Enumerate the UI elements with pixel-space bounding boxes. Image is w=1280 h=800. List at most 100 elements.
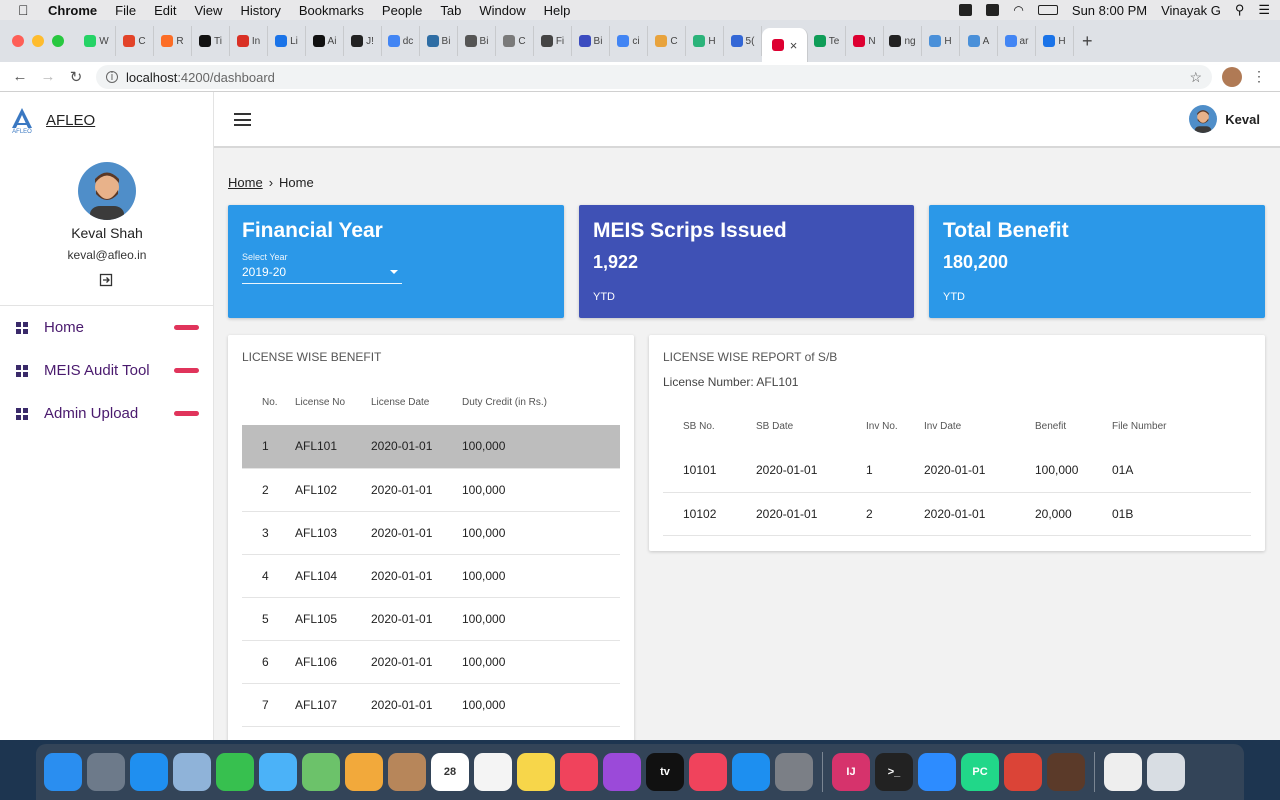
wifi-icon[interactable]: ◠	[1013, 3, 1023, 17]
browser-tab[interactable]: H	[1036, 26, 1074, 56]
menu-window[interactable]: Window	[479, 3, 525, 18]
table-row[interactable]: 4 AFL104 2020-01-01 100,000	[242, 554, 620, 598]
safari-icon[interactable]	[130, 753, 168, 791]
podcasts-icon[interactable]	[603, 753, 641, 791]
browser-tab[interactable]: J!	[344, 26, 382, 56]
browser-tab[interactable]: R	[154, 26, 192, 56]
notification-center-icon[interactable]: ☰	[1258, 2, 1270, 18]
breadcrumb-home-link[interactable]: Home	[228, 175, 263, 190]
close-tab-icon[interactable]: ×	[790, 38, 798, 53]
apple-icon[interactable]: 	[18, 2, 36, 18]
reload-icon[interactable]: ↻	[62, 68, 90, 86]
menu-user[interactable]: Vinayak G	[1161, 3, 1221, 18]
menu-people[interactable]: People	[382, 3, 422, 18]
news-icon[interactable]	[689, 753, 727, 791]
reminders-icon[interactable]	[474, 753, 512, 791]
brand-name[interactable]: AFLEO	[46, 112, 95, 129]
table-row[interactable]: 7 AFL107 2020-01-01 100,000	[242, 683, 620, 727]
system-preferences-icon[interactable]	[775, 753, 813, 791]
menu-tab[interactable]: Tab	[440, 3, 461, 18]
menu-view[interactable]: View	[194, 3, 222, 18]
app-store-icon[interactable]	[732, 753, 770, 791]
browser-tab[interactable]: ng	[884, 26, 922, 56]
info-icon[interactable]: i	[106, 71, 118, 83]
menu-help[interactable]: Help	[544, 3, 571, 18]
intellij-icon[interactable]: IJ	[832, 753, 870, 791]
table-row[interactable]: 3 AFL103 2020-01-01 100,000	[242, 511, 620, 555]
zoom-icon[interactable]	[918, 753, 956, 791]
menu-toggle-icon[interactable]	[234, 113, 251, 126]
notes-icon[interactable]	[517, 753, 555, 791]
preview-icon[interactable]	[173, 753, 211, 791]
browser-tab[interactable]: H	[686, 26, 724, 56]
back-icon[interactable]: ←	[6, 68, 34, 85]
zoom-window-button[interactable]	[52, 35, 64, 47]
forward-icon[interactable]: →	[34, 68, 62, 85]
screen-record-icon[interactable]	[959, 4, 973, 16]
pycharm-icon[interactable]: PC	[961, 753, 999, 791]
table-row[interactable]: 2 AFL102 2020-01-01 100,000	[242, 468, 620, 512]
finder-icon[interactable]	[44, 753, 82, 791]
calendar-icon[interactable]: 28	[431, 753, 469, 791]
menu-edit[interactable]: Edit	[154, 3, 176, 18]
browser-tab[interactable]: Bi	[458, 26, 496, 56]
facetime-icon[interactable]	[216, 753, 254, 791]
user-menu[interactable]: Keval	[1189, 105, 1260, 133]
close-window-button[interactable]	[12, 35, 24, 47]
menu-extra-icon[interactable]	[986, 4, 1000, 16]
chrome-icon[interactable]	[1004, 753, 1042, 791]
tv-icon[interactable]: tv	[646, 753, 684, 791]
browser-tab[interactable]: H	[922, 26, 960, 56]
minimize-window-button[interactable]	[32, 35, 44, 47]
spotlight-icon[interactable]: ⚲	[1235, 2, 1245, 18]
browser-tab[interactable]: Ai	[306, 26, 344, 56]
app-icon[interactable]	[1047, 753, 1085, 791]
menu-bookmarks[interactable]: Bookmarks	[299, 3, 364, 18]
browser-tab[interactable]: C	[496, 26, 534, 56]
table-row[interactable]: 10101 2020-01-01 1 2020-01-01 100,000 01A	[663, 449, 1251, 493]
table-row[interactable]: 5 AFL105 2020-01-01 100,000	[242, 597, 620, 641]
trash-icon[interactable]	[1147, 753, 1185, 791]
sidebar-item-admin-upload[interactable]: Admin Upload	[0, 392, 214, 435]
sidebar-item-meis-audit-tool[interactable]: MEIS Audit Tool	[0, 349, 214, 392]
browser-tab[interactable]: Te	[808, 26, 846, 56]
bookmark-star-icon[interactable]: ☆	[1189, 69, 1202, 86]
launchpad-icon[interactable]	[87, 753, 125, 791]
brand[interactable]: AFLEO AFLEO	[8, 106, 95, 135]
profile-avatar-icon[interactable]	[1222, 67, 1242, 87]
more-menu-icon[interactable]: ⋮	[1252, 68, 1266, 85]
sidebar-item-home[interactable]: Home	[0, 306, 214, 349]
table-row[interactable]: 6 AFL106 2020-01-01 100,000	[242, 640, 620, 684]
menu-file[interactable]: File	[115, 3, 136, 18]
browser-tab[interactable]: A	[960, 26, 998, 56]
browser-tab[interactable]: W	[78, 26, 116, 56]
battery-icon[interactable]	[1037, 5, 1058, 15]
terminal-icon[interactable]: >_	[875, 753, 913, 791]
browser-tab[interactable]: Bi	[420, 26, 458, 56]
photos-icon[interactable]	[345, 753, 383, 791]
browser-tab[interactable]: ×	[762, 28, 808, 62]
new-tab-button[interactable]: +	[1082, 31, 1093, 52]
browser-tab[interactable]: Bi	[572, 26, 610, 56]
year-select[interactable]: 2019-20	[242, 265, 402, 284]
menu-history[interactable]: History	[240, 3, 280, 18]
browser-tab[interactable]: N	[846, 26, 884, 56]
maps-icon[interactable]	[302, 753, 340, 791]
logout-icon[interactable]	[99, 273, 113, 287]
menu-clock[interactable]: Sun 8:00 PM	[1072, 3, 1147, 18]
browser-tab[interactable]: Li	[268, 26, 306, 56]
table-row[interactable]: 10102 2020-01-01 2 2020-01-01 20,000 01B	[663, 492, 1251, 536]
browser-tab[interactable]: 5(	[724, 26, 762, 56]
url-field[interactable]: i localhost:4200/dashboard ☆	[96, 65, 1212, 89]
browser-tab[interactable]: C	[116, 26, 154, 56]
music-icon[interactable]	[560, 753, 598, 791]
messages-icon[interactable]	[259, 753, 297, 791]
browser-tab[interactable]: ci	[610, 26, 648, 56]
browser-tab[interactable]: Ti	[192, 26, 230, 56]
menu-app-name[interactable]: Chrome	[48, 3, 97, 18]
contacts-icon[interactable]	[388, 753, 426, 791]
downloads-icon[interactable]	[1104, 753, 1142, 791]
table-row[interactable]: 1 AFL101 2020-01-01 100,000	[242, 425, 620, 469]
browser-tab[interactable]: Fi	[534, 26, 572, 56]
browser-tab[interactable]: ar	[998, 26, 1036, 56]
